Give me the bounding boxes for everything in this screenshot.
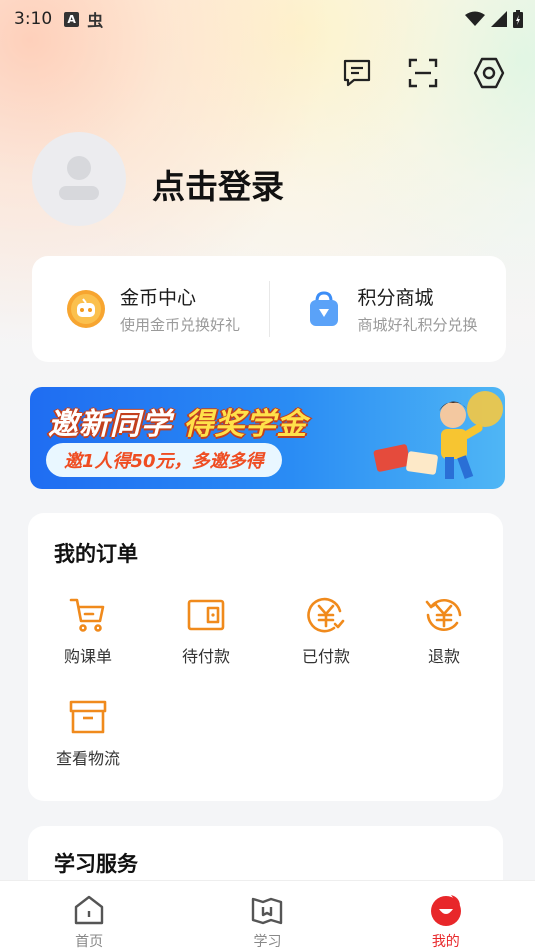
order-refund[interactable]: 退款 xyxy=(394,595,494,667)
tab-study-label: 学习 xyxy=(253,934,282,950)
tab-study[interactable]: 学习 xyxy=(178,881,356,952)
points-mall-subtitle: 商城好礼积分兑换 xyxy=(357,316,478,334)
coin-center-title: 金币中心 xyxy=(120,287,197,309)
message-button[interactable] xyxy=(339,55,375,91)
wallet-icon xyxy=(187,599,225,631)
tab-home-label: 首页 xyxy=(75,934,104,950)
book-icon xyxy=(252,897,283,925)
default-avatar-icon xyxy=(59,156,99,200)
tab-mine[interactable]: 我的 xyxy=(357,881,535,952)
banner-illustration xyxy=(373,391,503,480)
banner-title-part1: 邀新同学 xyxy=(48,407,172,442)
coin-center-subtitle: 使用金币兑换好礼 xyxy=(120,316,241,334)
top-actions xyxy=(339,55,507,91)
order-refund-label: 退款 xyxy=(427,647,460,666)
box-icon xyxy=(69,700,107,734)
status-a-icon: A xyxy=(64,11,80,27)
wallet-card: 金币中心 使用金币兑换好礼 积分商城 商城好礼积分兑换 xyxy=(32,256,506,362)
order-logistics[interactable]: 查看物流 xyxy=(38,697,138,769)
wifi-icon xyxy=(465,11,485,26)
banner-title: 邀新同学 得奖学金 xyxy=(48,399,307,443)
refund-icon xyxy=(425,598,462,632)
study-service-title: 学习服务 xyxy=(54,852,138,876)
signal-icon xyxy=(491,11,507,27)
status-bug-icon: 虫 xyxy=(87,11,104,30)
cart-icon xyxy=(69,598,105,632)
settings-button[interactable] xyxy=(471,55,507,91)
scan-button[interactable] xyxy=(405,55,441,91)
order-paid-label: 已付款 xyxy=(301,647,350,666)
order-paid[interactable]: 已付款 xyxy=(276,595,376,667)
order-cart[interactable]: 购课单 xyxy=(38,595,138,667)
message-icon xyxy=(343,59,371,87)
invite-banner[interactable]: 邀新同学 得奖学金 邀1人得50元，多邀多得 xyxy=(30,387,505,489)
coin-icon xyxy=(67,290,105,328)
home-icon xyxy=(74,895,104,925)
tab-home[interactable]: 首页 xyxy=(0,881,178,952)
orders-card: 我的订单 购课单 待付款 已付款 退款 查看物流 xyxy=(28,513,503,801)
battery-icon xyxy=(513,10,523,28)
login-prompt[interactable]: 点击登录 xyxy=(152,160,284,208)
points-mall-entry[interactable]: 积分商城 商城好礼积分兑换 xyxy=(270,256,507,362)
banner-title-part2: 得奖学金 xyxy=(183,407,308,442)
tab-mine-label: 我的 xyxy=(431,934,460,950)
gear-icon xyxy=(473,57,505,89)
bottom-tab-bar: 首页 学习 我的 xyxy=(0,880,535,952)
yuan-check-icon xyxy=(307,597,345,633)
order-logistics-label: 查看物流 xyxy=(55,749,120,768)
status-indicators xyxy=(465,10,523,28)
order-unpaid-label: 待付款 xyxy=(181,647,230,666)
order-cart-label: 购课单 xyxy=(63,647,112,666)
banner-tagline: 邀1人得50元，多邀多得 xyxy=(46,443,282,477)
order-unpaid[interactable]: 待付款 xyxy=(156,595,256,667)
status-bar: 3:10 A 虫 xyxy=(0,0,535,38)
coin-center-entry[interactable]: 金币中心 使用金币兑换好礼 xyxy=(32,256,269,362)
profile-icon xyxy=(430,895,461,926)
orders-title: 我的订单 xyxy=(54,542,138,566)
avatar[interactable] xyxy=(32,132,126,226)
scan-icon xyxy=(408,58,438,88)
status-time: 3:10 xyxy=(14,9,53,29)
points-mall-title: 积分商城 xyxy=(357,287,434,309)
shopping-bag-icon xyxy=(309,291,338,326)
